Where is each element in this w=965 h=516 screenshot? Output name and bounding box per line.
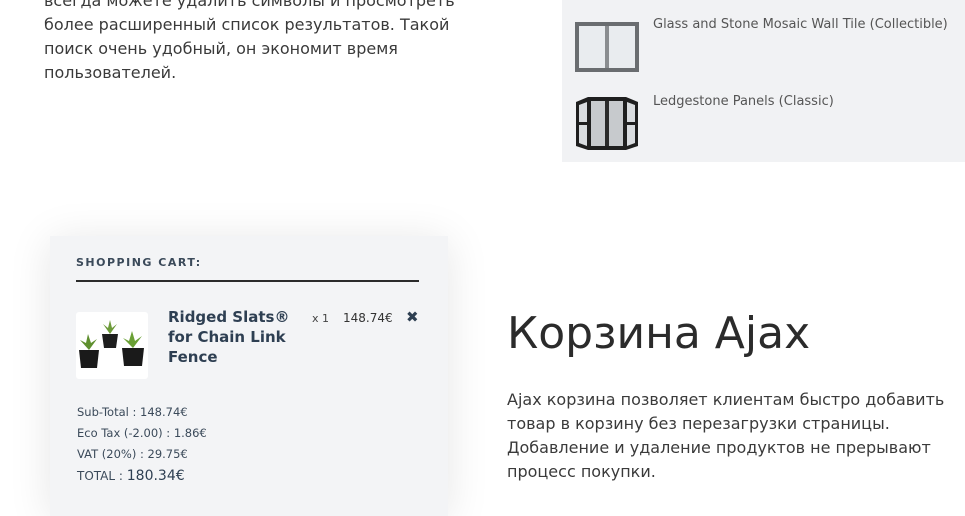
search-result-name[interactable]: Glass and Stone Mosaic Wall Tile (Collec… xyxy=(653,17,948,32)
cart-item-price: 148.74€ xyxy=(343,311,393,325)
search-description-line: поиск очень удобный, он экономит время xyxy=(44,39,398,58)
remove-item-icon[interactable]: ✖ xyxy=(406,310,419,325)
shopping-cart-dropdown: SHOPPING CART: Ridged Slats® for Chain L… xyxy=(50,236,448,516)
search-result-name[interactable]: Ledgestone Panels (Classic) xyxy=(653,94,834,109)
search-description-line: более расширенный список результатов. Та… xyxy=(44,15,450,34)
cart-subtotal: Sub-Total : 148.74€ xyxy=(77,405,188,419)
cart-total-value: 180.34€ xyxy=(126,468,185,484)
cart-total-label: TOTAL : xyxy=(77,469,127,483)
search-results-panel: Glass and Stone Mosaic Wall Tile (Collec… xyxy=(562,0,965,162)
cart-totals: Sub-Total : 148.74€ Eco Tax (-2.00) : 1.… xyxy=(77,405,207,489)
ajax-cart-description-line: Добавление и удаление продуктов не преры… xyxy=(507,438,931,457)
cart-item-quantity: x 1 xyxy=(312,312,330,325)
ajax-cart-description-line: Ajax корзина позволяет клиентам быстро д… xyxy=(507,390,945,409)
bay-window-thumbnail-icon xyxy=(576,97,638,150)
cart-heading: SHOPPING CART: xyxy=(76,256,202,269)
ajax-cart-description-line: процесс покупки. xyxy=(507,462,656,481)
window-thumbnail-icon xyxy=(575,22,639,72)
cart-item-image[interactable] xyxy=(76,312,148,379)
ajax-cart-description-line: товар в корзину без перезагрузки страниц… xyxy=(507,414,890,433)
cart-total: TOTAL : 180.34€ xyxy=(77,468,207,489)
ajax-cart-description: Ajax корзина позволяет клиентам быстро д… xyxy=(507,388,945,484)
cart-vat: VAT (20%) : 29.75€ xyxy=(77,447,188,461)
search-description-line: пользователей. xyxy=(44,63,177,82)
search-description-line: всегда можете удалить символы и просмотр… xyxy=(44,0,455,10)
cart-eco-tax: Eco Tax (-2.00) : 1.86€ xyxy=(77,426,207,440)
cart-item-name[interactable]: Ridged Slats® for Chain Link Fence xyxy=(168,307,298,367)
ajax-cart-heading: Корзина Ajax xyxy=(507,308,811,359)
search-description: всегда можете удалить символы и просмотр… xyxy=(44,0,455,85)
cart-divider xyxy=(76,280,419,282)
succulent-plants-thumbnail-icon xyxy=(79,320,144,368)
